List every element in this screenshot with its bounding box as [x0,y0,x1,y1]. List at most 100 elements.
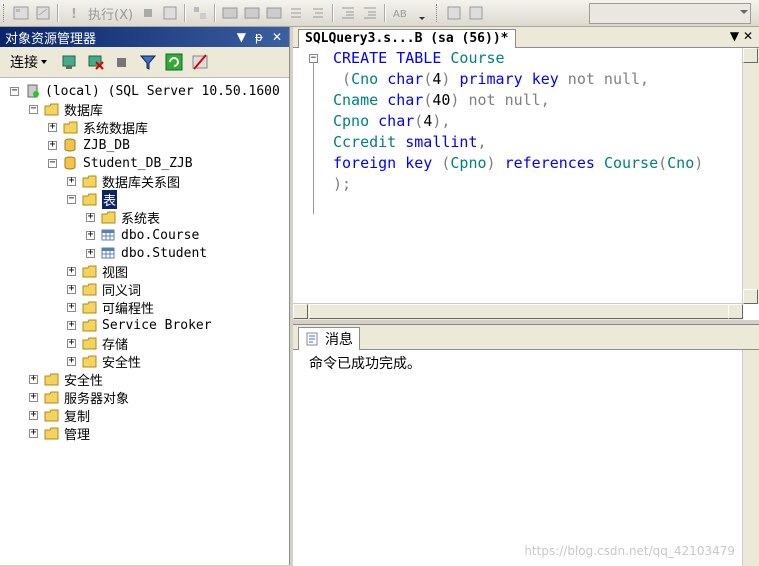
stop-icon[interactable] [139,4,157,22]
panel-menu-icon[interactable]: ▼ [237,30,246,44]
expand-icon[interactable]: + [86,212,95,222]
expand-icon[interactable]: + [29,428,38,438]
results-to-text-icon[interactable] [287,4,305,22]
editor-vertical-scrollbar[interactable] [742,48,759,304]
expand-icon[interactable]: + [67,356,76,366]
tree-node[interactable]: − Student_DB_ZJB [48,154,193,172]
expand-icon[interactable]: + [67,284,76,294]
tree-node[interactable]: + 系统表 [86,208,160,227]
tab-query[interactable]: SQLQuery3.s...B (sa (56))* [298,29,516,48]
disconnect-icon[interactable] [87,53,105,71]
code-token: ), [432,112,451,130]
expand-icon[interactable]: + [86,248,95,258]
specify-values-icon[interactable]: AB [391,4,409,22]
results-to-file-icon[interactable] [34,4,52,22]
tree-node-label: ZJB_DB [83,137,130,153]
scroll-up-icon[interactable] [743,48,758,63]
decrease-indent-icon[interactable] [339,4,357,22]
tree-node[interactable]: + 安全性 [29,370,103,389]
analyze-query-icon[interactable] [243,4,261,22]
scroll-right-icon[interactable] [728,304,743,319]
tree-node[interactable]: + 视图 [67,262,128,281]
tab-controls[interactable]: ▼ ✕ [730,29,753,43]
table-icon [101,228,117,242]
template-explorer-icon[interactable] [467,4,485,22]
display-plan-icon[interactable] [221,4,239,22]
activity-monitor-icon[interactable] [191,53,209,71]
tree-node[interactable]: − 数据库 [29,100,103,119]
chevron-down-icon[interactable] [41,60,47,64]
refresh-icon[interactable] [165,53,183,71]
tree-node[interactable]: + 同义词 [67,280,141,299]
editor-horizontal-scrollbar[interactable] [293,303,743,320]
expand-icon[interactable]: + [29,374,38,384]
collapse-icon[interactable]: − [48,158,57,168]
parse-icon[interactable] [161,4,179,22]
expand-icon[interactable]: + [67,338,76,348]
tree-node[interactable]: + 管理 [29,424,90,443]
query-options-icon[interactable] [191,4,209,22]
connect-button[interactable]: 连接 [10,52,38,72]
code-line: Ccredit smallint, [333,132,487,153]
expand-icon[interactable]: + [67,176,76,186]
expand-icon[interactable]: + [48,122,57,132]
debug-icon[interactable]: ! [64,4,82,22]
tree-node[interactable]: + ZJB_DB [48,136,130,154]
tree-node[interactable]: − (local) (SQL Server 10.50.1600 [10,82,280,100]
results-vertical-scrollbar[interactable] [742,350,759,566]
expand-icon[interactable]: + [29,410,38,420]
tree-node[interactable]: + dbo.Course [86,226,199,244]
sql-code-area[interactable]: − CREATE TABLE Course (Cno char(4) prima… [293,48,743,304]
tree-node[interactable]: + 存储 [67,334,128,353]
collapse-icon[interactable]: − [309,54,318,63]
connect-icon[interactable] [61,53,79,71]
tree-node[interactable]: + dbo.Student [86,244,207,262]
close-icon[interactable]: ✕ [743,29,753,43]
tree-node-label: 系统数据库 [83,121,149,137]
database-selector[interactable] [589,3,751,24]
scroll-left-icon[interactable] [293,304,308,319]
stop-icon[interactable] [113,53,131,71]
tab-menu-icon[interactable]: ▼ [730,29,739,43]
code-token: TABLE [396,49,442,67]
scroll-down-icon[interactable] [743,289,758,304]
folder-icon [82,192,98,206]
tree-node[interactable]: + Service Broker [67,316,212,334]
tree-node[interactable]: + 系统数据库 [48,118,149,137]
tree-node[interactable]: + 复制 [29,406,90,425]
results-to-grid-icon[interactable] [12,4,30,22]
toolbar-grip[interactable] [3,4,7,22]
expand-icon[interactable]: + [67,320,76,330]
expand-icon[interactable]: + [86,230,95,240]
collapse-icon[interactable]: − [10,86,19,96]
tab-messages[interactable]: 消息 [298,327,360,350]
expand-icon[interactable]: + [67,302,76,312]
pin-icon[interactable]: ᵽ [255,30,263,44]
code-line: Cpno char(4), [333,111,450,132]
registered-servers-icon[interactable] [445,4,463,22]
execute-button[interactable]: 执行(X) [88,4,133,23]
include-plan-icon[interactable] [265,4,283,22]
expand-icon[interactable]: + [67,266,76,276]
filter-icon[interactable] [139,53,157,71]
collapse-icon[interactable]: − [67,194,76,204]
increase-indent-icon[interactable] [361,4,379,22]
expand-icon[interactable]: + [29,392,38,402]
expand-icon[interactable]: + [48,140,57,150]
toolbar-grip[interactable] [436,4,440,22]
collapse-icon[interactable]: − [29,104,38,114]
toolbar-overflow-icon[interactable] [413,4,431,22]
folder-icon [63,120,79,134]
tree-node[interactable]: + 可编程性 [67,298,154,317]
tree-node[interactable]: + 安全性 [67,352,141,371]
comment-icon[interactable] [309,4,327,22]
tree-node[interactable]: + 数据库关系图 [67,172,180,191]
tree-node[interactable]: + 服务器对象 [29,388,129,407]
close-icon[interactable]: ✕ [272,30,282,44]
panel-controls[interactable]: ▼ ᵽ ✕ [237,30,289,44]
tree-node[interactable]: − 表 [67,189,118,209]
scroll-thumb[interactable] [309,304,729,319]
folder-icon [82,264,98,278]
